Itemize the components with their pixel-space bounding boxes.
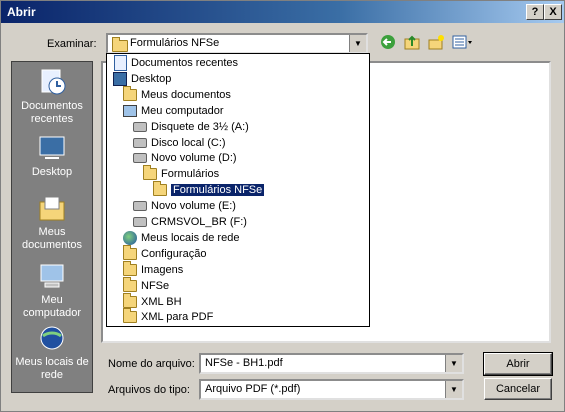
folder-icon	[123, 85, 137, 102]
dropdown-item-label: XML para PDF	[141, 311, 214, 324]
drive-icon	[133, 215, 147, 229]
dropdown-item-label: Novo volume (D:)	[151, 152, 237, 165]
filename-input[interactable]: NFSe - BH1.pdf ▼	[199, 353, 464, 374]
place-label: Documentos recentes	[21, 100, 83, 125]
dropdown-item[interactable]: XML BH	[123, 292, 182, 310]
dropdown-item-label: Disquete de 3½ (A:)	[151, 120, 249, 133]
dropdown-item[interactable]: Imagens	[123, 260, 184, 278]
dropdown-item[interactable]: Novo volume (E:)	[133, 198, 236, 214]
chevron-down-icon[interactable]: ▼	[445, 355, 462, 372]
dropdown-item[interactable]: Meus documentos	[123, 85, 231, 103]
back-arrow-icon[interactable]	[379, 33, 397, 51]
dropdown-item-label: Formulários	[161, 168, 220, 181]
dropdown-item-label: Meus documentos	[141, 88, 231, 101]
folder-icon	[123, 308, 137, 324]
close-button[interactable]: X	[544, 4, 562, 20]
drive-icon	[133, 199, 147, 213]
dropdown-item[interactable]: Documentos recentes	[113, 55, 238, 71]
chevron-down-icon[interactable]: ▼	[445, 381, 462, 398]
look-in-combo[interactable]: Formulários NFSe ▼	[106, 33, 368, 54]
dropdown-item-label: Disco local (C:)	[151, 136, 226, 149]
desktop-icon	[113, 71, 127, 86]
folder-icon	[123, 292, 137, 309]
views-menu-icon[interactable]	[451, 33, 475, 51]
place-network-places[interactable]: Meus locais de rede	[12, 324, 92, 382]
new-folder-icon[interactable]	[427, 33, 445, 51]
places-bar: Documentos recentes Desktop Meus documen…	[11, 61, 93, 393]
look-in-label: Examinar:	[47, 38, 97, 50]
dropdown-item[interactable]: Desktop	[113, 71, 171, 87]
filename-label: Nome do arquivo:	[108, 358, 195, 370]
folder-icon	[123, 276, 137, 293]
look-in-dropdown-list: Documentos recentes Desktop Meus documento…	[106, 53, 370, 327]
chevron-down-icon[interactable]: ▼	[349, 35, 366, 52]
my-documents-icon	[37, 194, 67, 222]
place-label: Meus documentos	[22, 226, 82, 251]
title-bar: Abrir ? X	[1, 1, 564, 23]
filetype-label: Arquivos do tipo:	[108, 384, 190, 396]
dropdown-item[interactable]: Meu computador	[123, 103, 224, 119]
filetype-select[interactable]: Arquivo PDF (*.pdf) ▼	[199, 379, 464, 400]
dropdown-item[interactable]: Disco local (C:)	[133, 135, 226, 151]
desktop-icon	[37, 134, 67, 162]
place-my-computer[interactable]: Meu computador	[12, 262, 92, 320]
dropdown-item[interactable]: Formulários	[143, 165, 220, 182]
folder-icon	[112, 37, 128, 52]
dropdown-item-label: Desktop	[131, 72, 172, 85]
dropdown-item[interactable]: XML para PDF	[123, 308, 214, 325]
open-dialog: Abrir ? X Examinar: Formulários NFSe ▼ D…	[0, 0, 565, 412]
dropdown-item-label: Documentos recentes	[131, 57, 238, 69]
place-my-documents[interactable]: Meus documentos	[12, 194, 92, 252]
dropdown-item-label: Meu computador	[141, 104, 224, 117]
place-label: Meus locais de rede	[15, 356, 89, 381]
help-button[interactable]: ?	[526, 4, 544, 20]
folder-icon	[153, 181, 167, 197]
place-desktop[interactable]: Desktop	[12, 134, 92, 179]
dropdown-item[interactable]: CRMSVOL_BR (F:)	[133, 214, 247, 230]
dropdown-item[interactable]: Configuração	[123, 244, 207, 262]
dropdown-item-label: Configuração	[141, 247, 207, 260]
up-folder-icon[interactable]	[403, 33, 421, 51]
dialog-title: Abrir	[7, 5, 36, 19]
dropdown-item-label: Imagens	[141, 263, 184, 276]
dropdown-item-label: NFSe	[141, 279, 170, 292]
folder-icon	[143, 165, 157, 181]
dropdown-item[interactable]: Meus locais de rede	[123, 230, 239, 246]
dropdown-item[interactable]: Formulários NFSe	[153, 181, 265, 198]
dropdown-item[interactable]: Disquete de 3½ (A:)	[133, 119, 249, 135]
filetype-value: Arquivo PDF (*.pdf)	[205, 383, 301, 395]
dropdown-item[interactable]: NFSe	[123, 276, 170, 294]
drive-icon	[133, 120, 147, 134]
my-computer-icon	[37, 262, 67, 290]
open-button[interactable]: Abrir	[483, 352, 553, 376]
document-icon	[113, 55, 127, 71]
look-in-value: Formulários NFSe	[130, 37, 220, 49]
cancel-button[interactable]: Cancelar	[484, 378, 552, 400]
dropdown-item-label: XML BH	[141, 295, 182, 308]
computer-icon	[123, 104, 137, 118]
dropdown-item-label: Novo volume (E:)	[151, 200, 236, 213]
place-label: Desktop	[31, 166, 73, 178]
place-recent-documents[interactable]: Documentos recentes	[12, 68, 92, 126]
dropdown-item-label: Meus locais de rede	[141, 231, 240, 244]
folder-icon	[123, 260, 137, 277]
network-places-icon	[37, 324, 67, 352]
drive-icon	[133, 151, 147, 165]
folder-icon	[123, 244, 137, 261]
dropdown-item[interactable]: Novo volume (D:)	[133, 150, 237, 166]
recent-documents-icon	[37, 68, 67, 96]
place-label: Meu computador	[22, 294, 82, 319]
dropdown-item-label: Formulários NFSe	[171, 184, 265, 197]
filename-value: NFSe - BH1.pdf	[205, 357, 283, 369]
drive-icon	[133, 136, 147, 150]
dropdown-item-label: CRMSVOL_BR (F:)	[151, 216, 247, 228]
network-icon	[123, 230, 137, 245]
